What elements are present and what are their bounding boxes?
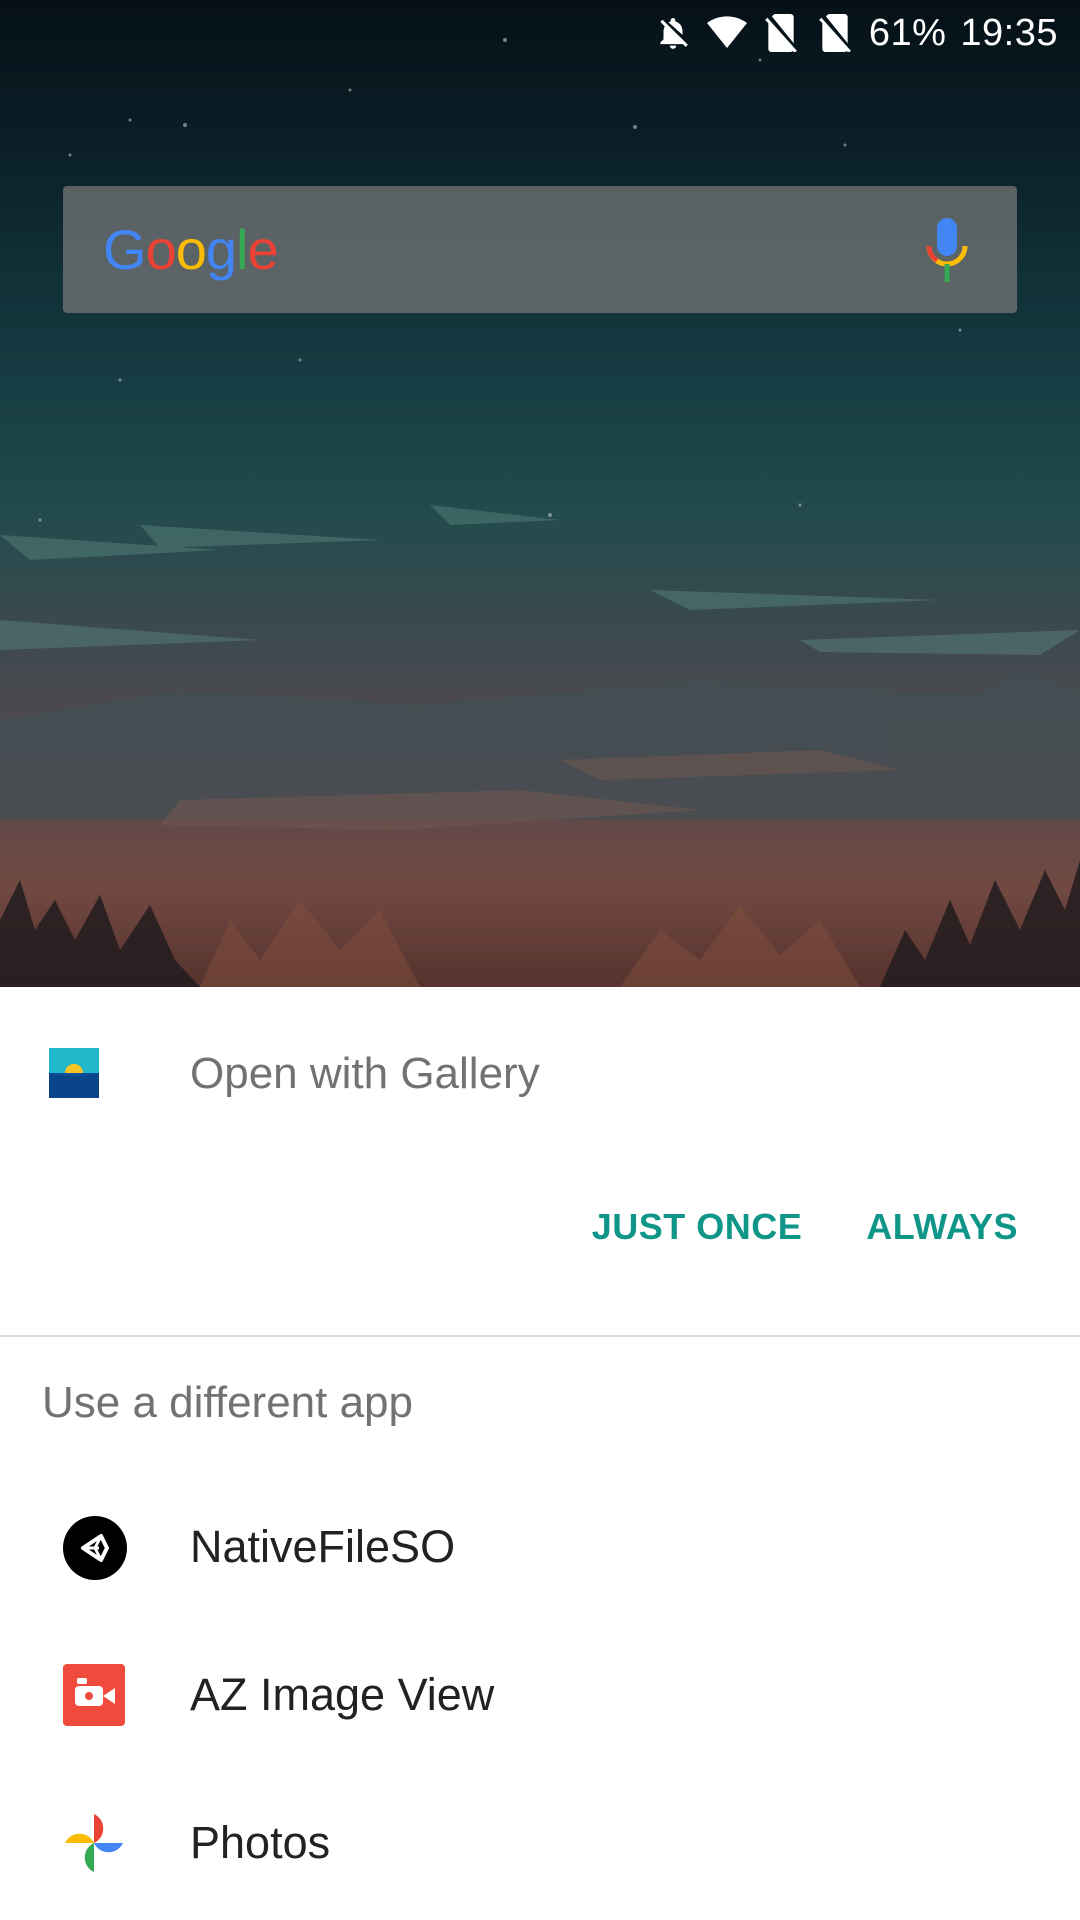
wifi-icon: [706, 13, 747, 53]
google-logo-letter: o: [145, 218, 177, 281]
google-logo-letter: G: [103, 218, 147, 281]
google-logo: Google: [103, 217, 279, 282]
google-search-bar[interactable]: Google: [63, 186, 1017, 313]
notifications-off-icon: [653, 13, 693, 53]
no-sim-icon: [761, 13, 801, 53]
app-item-label: AZ Image View: [190, 1669, 495, 1720]
photos-pinwheel-icon: [63, 1812, 127, 1876]
sheet-divider: [0, 1335, 1080, 1337]
google-logo-letter: o: [175, 218, 207, 281]
google-logo-letter: l: [236, 218, 248, 281]
home-wallpaper: [0, 0, 1080, 987]
different-app-heading: Use a different app: [42, 1378, 413, 1427]
unity-icon: [63, 1516, 127, 1580]
google-logo-letter: g: [205, 218, 237, 281]
app-item-label: Photos: [190, 1817, 331, 1868]
status-bar: 61% 19:35: [0, 0, 1080, 66]
app-item-nativefileso[interactable]: NativeFileSO: [0, 1474, 1080, 1622]
default-action-buttons: JUST ONCE ALWAYS: [560, 1187, 1080, 1267]
no-sim-icon: [815, 13, 855, 53]
open-with-title: Open with Gallery: [190, 1049, 540, 1098]
gallery-icon: [49, 1048, 99, 1098]
always-button[interactable]: ALWAYS: [834, 1190, 1050, 1264]
just-once-button[interactable]: JUST ONCE: [560, 1190, 835, 1264]
app-item-photos[interactable]: Photos: [0, 1770, 1080, 1918]
app-item-label: NativeFileSO: [190, 1521, 456, 1572]
battery-percentage: 61%: [868, 11, 947, 54]
mic-icon[interactable]: [925, 217, 969, 282]
app-item-az-image-view[interactable]: AZ Image View: [0, 1622, 1080, 1770]
clock-time: 19:35: [960, 11, 1058, 54]
video-camera-icon: [63, 1664, 127, 1728]
google-logo-letter: e: [247, 218, 278, 281]
